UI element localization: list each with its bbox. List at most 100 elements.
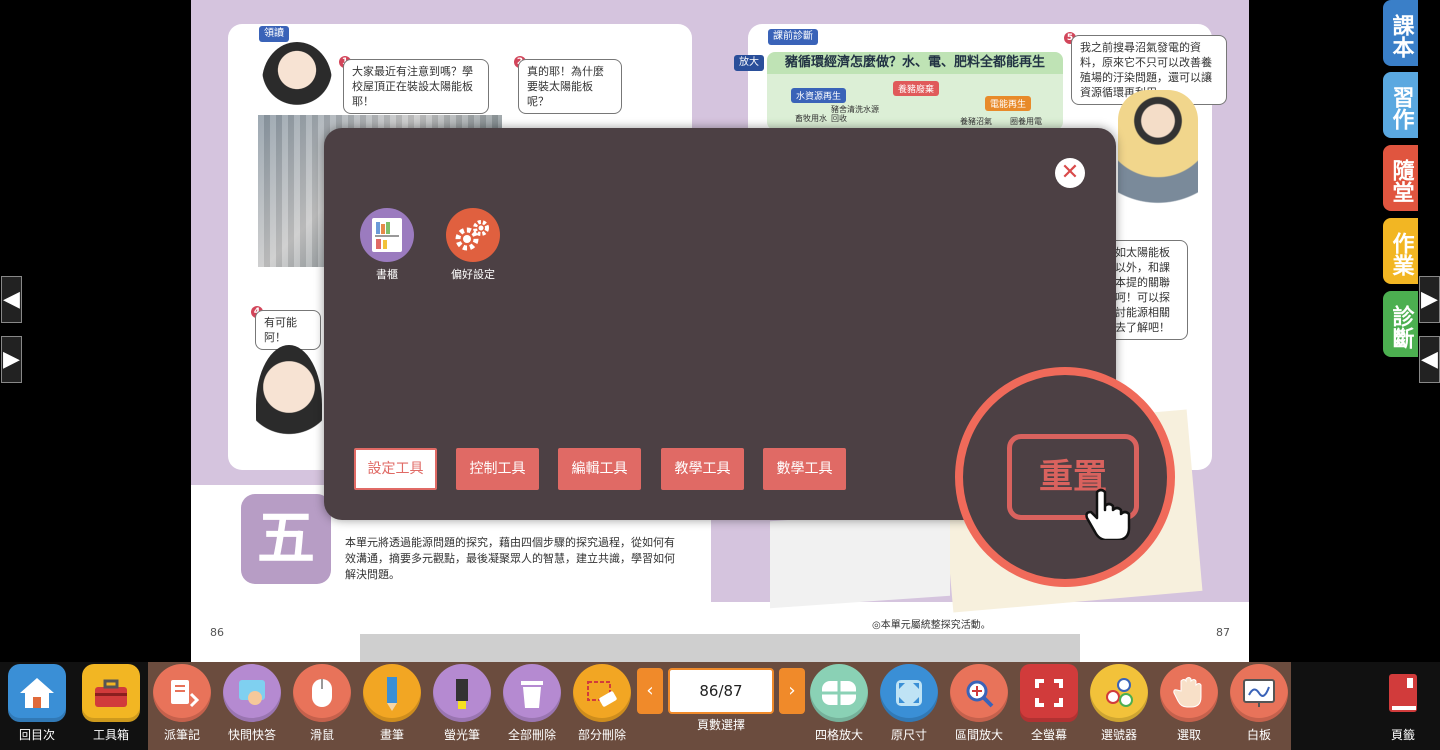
student-illustration <box>256 345 322 465</box>
original-size-button[interactable]: 原尺寸 <box>876 664 942 743</box>
note-dispatch-label: 派筆記 <box>163 728 200 742</box>
toolbox-label: 工具箱 <box>92 728 129 742</box>
tab-settings-tools[interactable]: 設定工具 <box>354 448 437 490</box>
page-prev-button[interactable]: ‹ <box>637 668 663 714</box>
next-page-arrow[interactable]: ▶ <box>1 336 22 383</box>
number-picker-label: 選號器 <box>1100 728 1137 742</box>
fullscreen-icon <box>1020 664 1078 722</box>
quad-zoom-label: 四格放大 <box>814 728 863 742</box>
tab-edit-tools[interactable]: 編輯工具 <box>558 448 641 490</box>
diagram-text: 養豬沼氣 <box>960 117 992 126</box>
page-footnote: ◎本單元屬統整探究活動。 <box>872 620 991 631</box>
number-picker-icon <box>1090 664 1148 722</box>
pen-button[interactable]: 畫筆 <box>359 664 425 743</box>
diagnosis-tag: 課前診斷 <box>768 29 818 45</box>
note-dispatch-button[interactable]: 派筆記 <box>149 664 215 743</box>
speech-bubble: 真的耶！為什麼要裝太陽能板呢？ <box>518 59 622 114</box>
area-zoom-button[interactable]: 區間放大 <box>946 664 1012 743</box>
page-selector-label: 頁數選擇 <box>696 718 745 732</box>
trash-icon <box>503 664 561 722</box>
note-dispatch-icon <box>153 664 211 722</box>
highlighter-label: 螢光筆 <box>443 728 480 742</box>
student-illustration <box>262 42 332 122</box>
whiteboard-label: 白板 <box>1246 728 1271 742</box>
pointer-hand-icon <box>1085 488 1131 540</box>
diagram-text: 豬舍清洗水源回收 <box>831 105 879 123</box>
delete-all-button[interactable]: 全部刪除 <box>499 664 565 743</box>
highlighter-icon <box>433 664 491 722</box>
area-zoom-icon <box>950 664 1008 722</box>
eraser-icon <box>573 664 631 722</box>
prev-page-arrow-right[interactable]: ◀ <box>1419 336 1440 383</box>
activity-sheet <box>770 508 950 609</box>
gears-icon <box>446 208 500 262</box>
original-size-icon <box>880 664 938 722</box>
page-scroll-track[interactable] <box>360 634 1080 662</box>
original-size-label: 原尺寸 <box>890 728 927 742</box>
tab-teaching-tools[interactable]: 教學工具 <box>661 448 744 490</box>
preferences-label: 偏好設定 <box>451 268 495 281</box>
tab-homework[interactable]: 作業 <box>1383 218 1418 284</box>
mouse-label: 滑鼠 <box>309 728 334 742</box>
reading-tag: 領讀 <box>259 26 289 42</box>
highlighter-button[interactable]: 螢光筆 <box>429 664 495 743</box>
bookmark-label: 頁籤 <box>1390 728 1415 742</box>
bookshelf-label: 書櫃 <box>376 268 398 281</box>
whiteboard-icon <box>1230 664 1288 722</box>
prev-page-arrow[interactable]: ◀ <box>1 276 22 323</box>
close-icon[interactable]: ✕ <box>1055 158 1085 188</box>
bookmark-button[interactable]: 頁籤 <box>1370 664 1436 743</box>
page-number-left: 86 <box>210 626 224 639</box>
tab-textbook[interactable]: 課本 <box>1383 0 1418 66</box>
diagram-label: 電能再生 <box>985 96 1032 111</box>
page-next-button[interactable]: › <box>779 668 805 714</box>
pen-icon <box>363 664 421 722</box>
diagram-text: 圈養用電 <box>1010 117 1042 126</box>
home-icon <box>8 664 66 722</box>
mouse-button[interactable]: 滑鼠 <box>289 664 355 743</box>
quick-answer-button[interactable]: 快問快答 <box>219 664 285 743</box>
number-picker-button[interactable]: 選號器 <box>1086 664 1152 743</box>
unit-number-badge: 五 <box>241 494 331 584</box>
page-selector: ‹ 86/87 › <box>637 668 805 718</box>
fullscreen-label: 全螢幕 <box>1030 728 1067 742</box>
diagram-label: 養豬廢棄 <box>893 81 940 96</box>
bookshelf-tool[interactable]: 書櫃 <box>347 208 427 282</box>
tab-workbook[interactable]: 習作 <box>1383 72 1418 138</box>
partial-delete-label: 部分刪除 <box>577 728 626 742</box>
quad-zoom-button[interactable]: 四格放大 <box>806 664 872 743</box>
bookmark-icon <box>1374 664 1432 722</box>
hand-select-icon <box>1160 664 1218 722</box>
toolbox-button[interactable]: 工具箱 <box>78 664 144 743</box>
quad-zoom-icon <box>810 664 868 722</box>
page-number-right: 87 <box>1216 626 1230 639</box>
diagram-heading: 豬循環經濟怎麼做？水、電、肥料全都能再生 <box>767 52 1063 74</box>
quick-answer-label: 快問快答 <box>227 728 276 742</box>
preferences-tool[interactable]: 偏好設定 <box>433 208 513 282</box>
fullscreen-button[interactable]: 全螢幕 <box>1016 664 1082 743</box>
tab-control-tools[interactable]: 控制工具 <box>456 448 539 490</box>
area-zoom-label: 區間放大 <box>954 728 1003 742</box>
select-button[interactable]: 選取 <box>1156 664 1222 743</box>
page-number-field[interactable]: 86/87 <box>668 668 774 714</box>
whiteboard-button[interactable]: 白板 <box>1226 664 1292 743</box>
pen-label: 畫筆 <box>379 728 404 742</box>
quick-answer-icon <box>223 664 281 722</box>
diagram-label: 水資源再生 <box>791 88 847 103</box>
speech-bubble: 大家最近有注意到嗎？學校屋頂正在裝設太陽能板耶！ <box>343 59 489 114</box>
home-label: 回目次 <box>18 728 55 742</box>
mouse-icon <box>293 664 351 722</box>
partial-delete-button[interactable]: 部分刪除 <box>569 664 635 743</box>
toolbox-icon <box>82 664 140 722</box>
zoom-tag[interactable]: 放大 <box>734 55 764 71</box>
diagram-text: 畜牧用水 <box>795 114 827 123</box>
tab-quiz[interactable]: 隨堂 <box>1383 145 1418 211</box>
select-label: 選取 <box>1176 728 1201 742</box>
home-button[interactable]: 回目次 <box>4 664 70 743</box>
tab-diagnosis[interactable]: 診斷 <box>1383 291 1418 357</box>
tab-math-tools[interactable]: 數學工具 <box>763 448 846 490</box>
bookshelf-icon <box>360 208 414 262</box>
next-page-arrow-right[interactable]: ▶ <box>1419 276 1440 323</box>
delete-all-label: 全部刪除 <box>507 728 556 742</box>
speech-bubble: 有可能阿！ <box>255 310 321 350</box>
